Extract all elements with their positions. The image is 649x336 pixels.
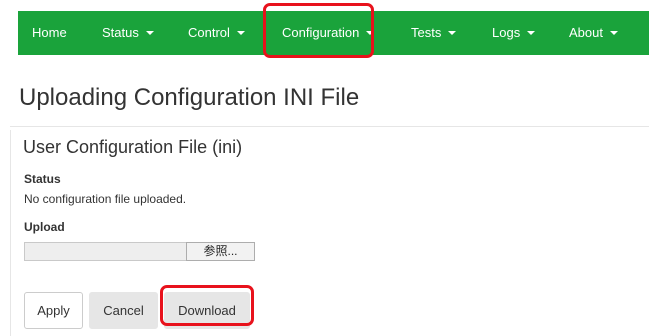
caret-down-icon (236, 30, 245, 35)
caret-down-icon (145, 30, 154, 35)
nav-tests-label: Tests (411, 25, 442, 40)
page-title: Uploading Configuration INI File (19, 84, 360, 111)
nav-status-label: Status (102, 25, 139, 40)
top-navbar: Home Status Control Configuration Tests … (18, 11, 649, 55)
nav-logs[interactable]: Logs (492, 11, 536, 55)
nav-home-label: Home (32, 25, 67, 40)
nav-control[interactable]: Control (188, 11, 245, 55)
nav-control-label: Control (188, 25, 230, 40)
nav-configuration[interactable]: Configuration (282, 11, 375, 55)
nav-tests[interactable]: Tests (411, 11, 457, 55)
nav-logs-label: Logs (492, 25, 521, 40)
nav-about-label: About (569, 25, 603, 40)
caret-down-icon (366, 30, 375, 35)
apply-button[interactable]: Apply (24, 292, 83, 329)
title-divider (10, 126, 649, 127)
nav-status[interactable]: Status (102, 11, 154, 55)
nav-home[interactable]: Home (32, 11, 67, 55)
nav-about[interactable]: About (569, 11, 618, 55)
status-label: Status (24, 172, 61, 186)
status-text: No configuration file uploaded. (24, 192, 187, 206)
nav-configuration-label: Configuration (282, 25, 360, 40)
page: Home Status Control Configuration Tests … (0, 0, 649, 336)
browse-button[interactable]: 参照... (186, 242, 255, 261)
caret-down-icon (448, 30, 457, 35)
caret-down-icon (609, 30, 618, 35)
cancel-button[interactable]: Cancel (89, 292, 158, 329)
section-title: User Configuration File (ini) (23, 137, 243, 157)
caret-down-icon (527, 30, 536, 35)
download-button[interactable]: Download (164, 292, 250, 329)
upload-label: Upload (24, 220, 65, 234)
